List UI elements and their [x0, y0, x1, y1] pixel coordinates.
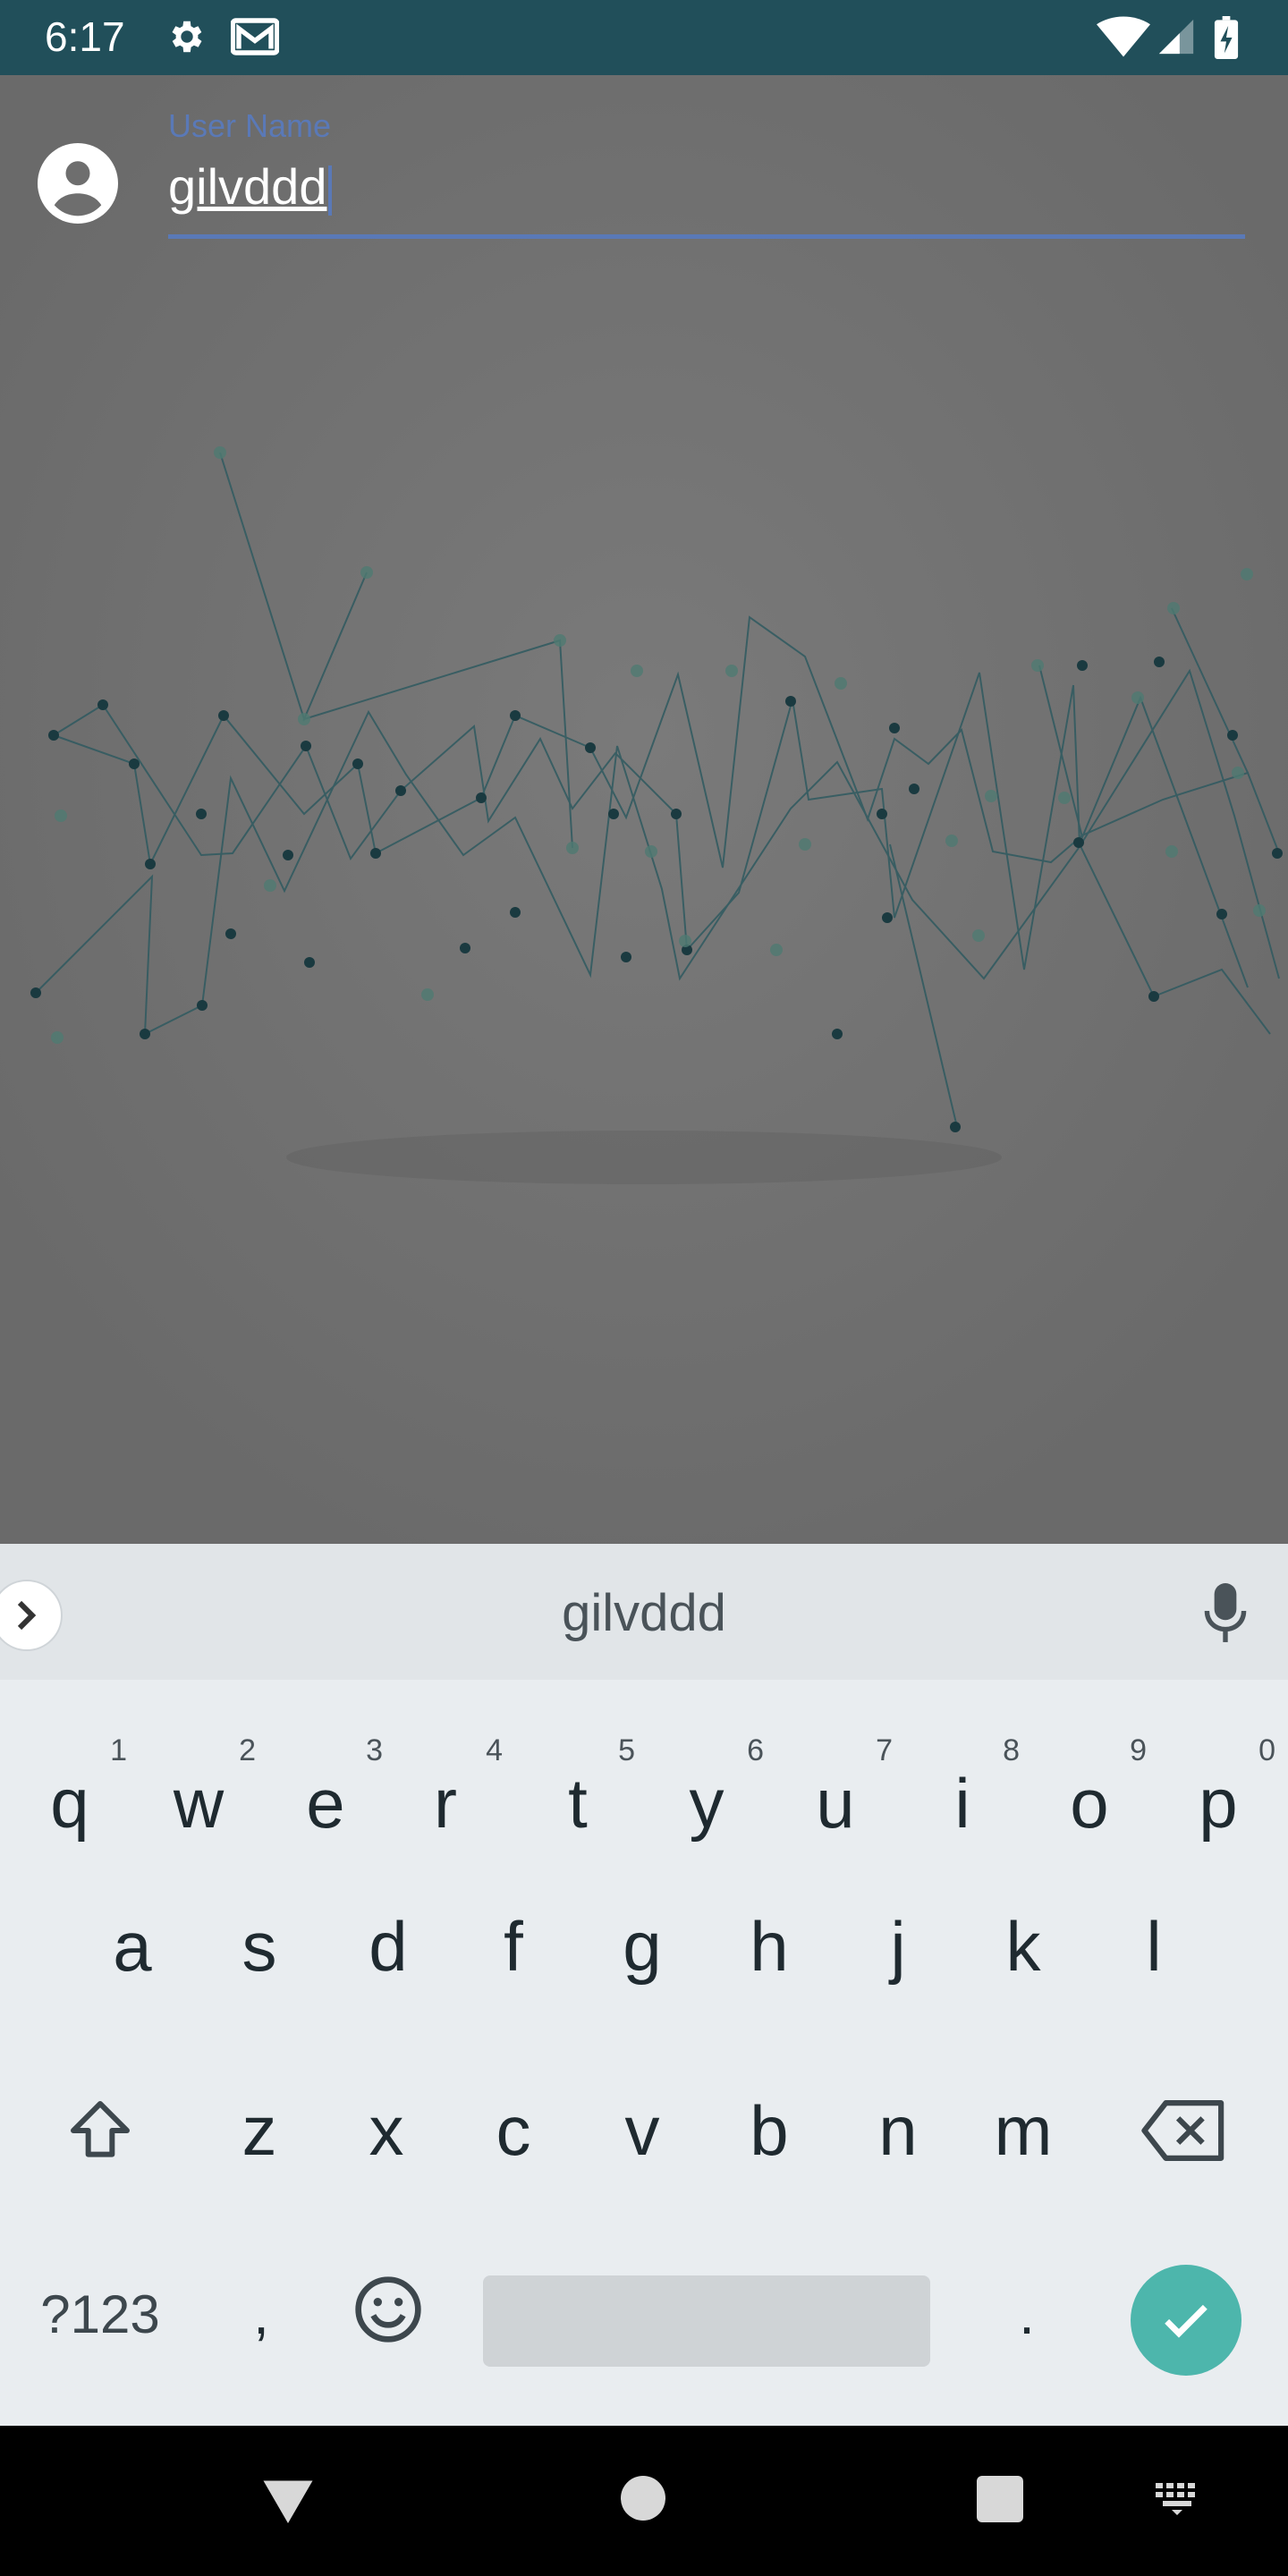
username-input[interactable]: gilvddd	[168, 156, 1245, 218]
wifi-icon	[1097, 16, 1150, 57]
key-z[interactable]: z	[195, 2050, 324, 2211]
back-icon[interactable]	[261, 2476, 315, 2526]
microphone-icon[interactable]	[1203, 1581, 1248, 1644]
key-n[interactable]: n	[834, 2050, 962, 2211]
settings-icon	[172, 21, 202, 53]
key-k[interactable]: k	[959, 1866, 1088, 2027]
gmail-icon	[231, 18, 279, 55]
recents-icon[interactable]	[977, 2476, 1023, 2522]
key-label: p	[1199, 1763, 1238, 1843]
key-hint: 1	[110, 1733, 127, 1767]
key-label: y	[689, 1763, 724, 1843]
suggestion-word[interactable]: gilvddd	[501, 1583, 787, 1643]
key-m[interactable]: m	[959, 2050, 1088, 2211]
key-v[interactable]: v	[578, 2050, 707, 2211]
key-hint: 2	[239, 1733, 256, 1767]
key-label: e	[306, 1763, 345, 1843]
navigation-bar	[0, 2426, 1288, 2576]
username-value: gilvddd	[168, 158, 327, 215]
key-hint: 6	[747, 1733, 764, 1767]
key-label: u	[816, 1763, 855, 1843]
key-hint: 8	[1003, 1733, 1020, 1767]
keyboard-switch-icon[interactable]	[1154, 2481, 1204, 2517]
key-x[interactable]: x	[322, 2050, 451, 2211]
key-hint: 5	[618, 1733, 635, 1767]
key-hint: 7	[876, 1733, 893, 1767]
username-underline	[168, 234, 1245, 239]
soft-keyboard: gilvddd q1 w2 e3 r4 t5 y6 u7 i8 o9 p0 a …	[0, 1544, 1288, 2426]
key-label: r	[434, 1763, 457, 1843]
key-hint: 9	[1130, 1733, 1147, 1767]
keyboard-menu-button[interactable]	[0, 1580, 63, 1651]
key-label: t	[568, 1763, 588, 1843]
key-label: o	[1070, 1763, 1109, 1843]
check-icon	[1165, 2304, 1208, 2338]
shift-key[interactable]	[36, 2050, 165, 2211]
emoji-icon[interactable]	[352, 2274, 424, 2345]
login-screen: User Name gilvddd	[0, 75, 1288, 1544]
text-caret	[328, 165, 333, 216]
key-a[interactable]: a	[68, 1866, 197, 2027]
signal-icon	[1158, 19, 1194, 55]
key-b[interactable]: b	[705, 2050, 834, 2211]
key-hint: 0	[1258, 1733, 1275, 1767]
key-s[interactable]: s	[195, 1866, 324, 2027]
key-label: i	[954, 1763, 970, 1843]
period-key[interactable]: .	[1000, 2265, 1054, 2363]
status-time: 6:17	[45, 13, 125, 60]
backspace-icon	[1141, 2100, 1224, 2161]
suggestion-strip: gilvddd	[0, 1544, 1288, 1680]
key-f[interactable]: f	[449, 1866, 578, 2027]
home-icon[interactable]	[621, 2476, 665, 2521]
symbols-key[interactable]: ?123	[29, 2265, 172, 2363]
chevron-right-icon	[17, 1600, 37, 1631]
key-g[interactable]: g	[578, 1866, 707, 2027]
username-label: User Name	[168, 107, 332, 144]
backspace-key[interactable]	[1120, 2050, 1249, 2211]
key-h[interactable]: h	[705, 1866, 834, 2027]
keyboard-bottom-row: ?123 , .	[0, 2220, 1288, 2408]
space-bar[interactable]	[483, 2275, 930, 2367]
key-l[interactable]: l	[1089, 1866, 1218, 2027]
battery-charging-icon	[1214, 16, 1239, 59]
key-d[interactable]: d	[324, 1866, 453, 2027]
account-circle-icon	[38, 143, 118, 224]
key-j[interactable]: j	[834, 1866, 962, 2027]
key-c[interactable]: c	[449, 2050, 578, 2211]
network-background-art	[0, 75, 1288, 1544]
shift-icon	[71, 2101, 130, 2157]
key-label: w	[173, 1763, 225, 1843]
screen: 6:17 User Name gilvddd gilvddd q 1 w 2 e…	[0, 0, 1288, 2576]
key-hint: 4	[486, 1733, 503, 1767]
status-bar: 6:17	[0, 0, 1288, 75]
key-label: q	[50, 1763, 89, 1843]
comma-key[interactable]: ,	[234, 2265, 288, 2363]
done-key[interactable]	[1131, 2265, 1241, 2376]
